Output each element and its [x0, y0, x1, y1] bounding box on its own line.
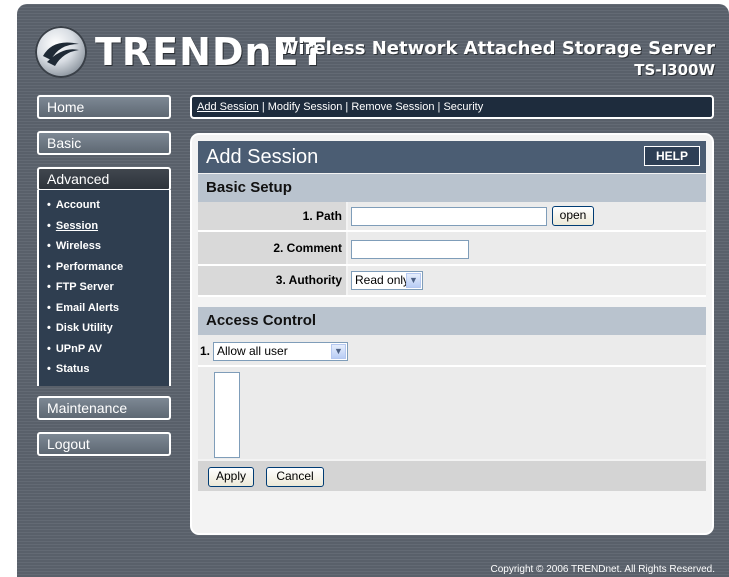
submenu-item-upnp-av[interactable]: UPnP AV: [47, 340, 169, 361]
dropdown-arrow-icon: ▼: [331, 344, 346, 359]
access-row: 1. Allow all user ▼: [198, 335, 706, 367]
authority-select[interactable]: Read only ▼: [351, 271, 423, 290]
session-link-bar: Add Session | Modify Session | Remove Se…: [190, 95, 714, 119]
submenu-item-account[interactable]: Account: [47, 196, 169, 217]
comment-label: 2. Comment: [198, 232, 346, 264]
path-row: 1. Path open: [198, 202, 706, 232]
action-row: Apply Cancel: [198, 461, 706, 491]
nav-basic-button[interactable]: Basic: [37, 131, 171, 155]
basic-setup-header: Basic Setup: [198, 174, 706, 202]
content-panel: Add Session HELP Basic Setup 1. Path ope…: [190, 133, 714, 535]
page-title: Add Session: [206, 146, 319, 168]
access-selected-value: Allow all user: [217, 344, 288, 358]
comment-value-cell: [348, 232, 706, 264]
submenu-item-email-alerts[interactable]: Email Alerts: [47, 299, 169, 320]
apply-button[interactable]: Apply: [208, 467, 254, 487]
advanced-submenu: Account Session Wireless Performance FTP…: [37, 190, 171, 386]
user-list-area: [198, 367, 706, 459]
product-title: Wireless Network Attached Storage Server: [278, 38, 715, 59]
page-frame: TRENDnET Wireless Network Attached Stora…: [17, 4, 729, 577]
authority-label: 3. Authority: [198, 266, 346, 295]
submenu-item-wireless[interactable]: Wireless: [47, 237, 169, 258]
path-value-cell: open: [348, 202, 706, 230]
access-select[interactable]: Allow all user ▼: [213, 342, 348, 361]
comment-input[interactable]: [351, 240, 469, 259]
nav-maintenance-button[interactable]: Maintenance: [37, 396, 171, 420]
authority-value-cell: Read only ▼: [348, 266, 706, 295]
authority-selected-value: Read only: [355, 273, 410, 287]
cancel-button[interactable]: Cancel: [266, 467, 324, 487]
submenu-item-performance[interactable]: Performance: [47, 258, 169, 279]
link-remove-session[interactable]: Remove Session: [351, 101, 434, 113]
path-input[interactable]: [351, 207, 547, 226]
help-button[interactable]: HELP: [644, 146, 700, 166]
access-control-header: Access Control: [198, 307, 706, 335]
nav-logout-button[interactable]: Logout: [37, 432, 171, 456]
submenu-item-status[interactable]: Status: [47, 360, 169, 381]
access-prefix: 1.: [200, 344, 211, 358]
open-button[interactable]: open: [552, 206, 594, 226]
link-modify-session[interactable]: Modify Session: [268, 101, 343, 113]
panel-title-bar: Add Session HELP: [198, 141, 706, 173]
logo-swoosh-icon: [35, 26, 87, 78]
model-number: TS-I300W: [634, 61, 715, 79]
nav-advanced-button[interactable]: Advanced: [37, 167, 171, 191]
authority-row: 3. Authority Read only ▼: [198, 266, 706, 297]
link-security[interactable]: Security: [443, 101, 483, 113]
submenu-item-ftp-server[interactable]: FTP Server: [47, 278, 169, 299]
link-add-session[interactable]: Add Session: [197, 101, 259, 113]
copyright-text: Copyright © 2006 TRENDnet. All Rights Re…: [490, 564, 715, 575]
link-separator: |: [258, 101, 268, 113]
submenu-item-session[interactable]: Session: [47, 217, 169, 238]
user-listbox[interactable]: [214, 372, 240, 458]
submenu-item-disk-utility[interactable]: Disk Utility: [47, 319, 169, 340]
path-label: 1. Path: [198, 202, 346, 230]
dropdown-arrow-icon: ▼: [406, 273, 421, 288]
nav-home-button[interactable]: Home: [37, 95, 171, 119]
comment-row: 2. Comment: [198, 232, 706, 266]
link-separator: |: [342, 101, 352, 113]
